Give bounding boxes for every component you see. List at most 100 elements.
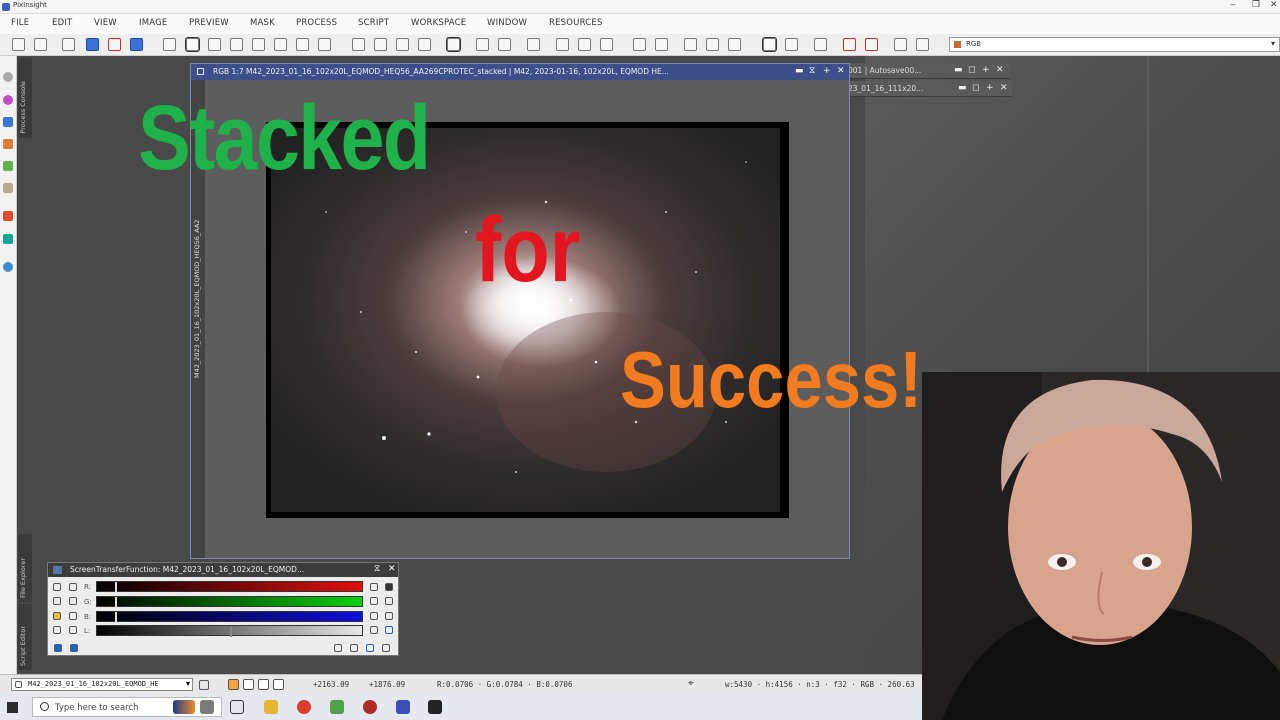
minimize-icon[interactable]: ▬ [795, 66, 804, 76]
crosshair-icon[interactable] [385, 612, 393, 620]
toolbar-button[interactable] [556, 38, 569, 51]
file-explorer-tab[interactable]: File Explorer [18, 534, 32, 602]
monitor-icon[interactable] [385, 626, 393, 634]
redo-icon[interactable] [34, 38, 47, 51]
menu-image[interactable]: IMAGE [139, 18, 167, 28]
toolbar-button[interactable] [633, 38, 646, 51]
tool-icon[interactable] [3, 211, 13, 221]
auto-stretch-icon[interactable] [53, 612, 61, 620]
close-icon[interactable]: ✕ [837, 66, 845, 76]
reset-icon[interactable] [370, 583, 378, 591]
menu-window[interactable]: WINDOW [487, 18, 527, 28]
windows-start-icon[interactable] [7, 702, 18, 713]
process-console-tab[interactable]: Process Console [18, 58, 32, 138]
gear-icon[interactable] [385, 583, 393, 591]
zoom-in-icon[interactable] [53, 597, 61, 605]
slider-handle[interactable] [115, 582, 117, 593]
toolbar-button[interactable] [600, 38, 613, 51]
undo-icon[interactable] [12, 38, 25, 51]
screen-icon[interactable] [762, 37, 777, 52]
toolbar-button[interactable] [252, 38, 265, 51]
pan-icon[interactable] [163, 38, 176, 51]
add-icon[interactable]: + [982, 65, 990, 75]
toolbar-button[interactable] [814, 38, 827, 51]
toolbar-button[interactable] [684, 38, 697, 51]
stf-red-slider[interactable] [96, 581, 363, 593]
shade-icon[interactable]: ⧖ [809, 66, 815, 76]
close-icon[interactable]: ✕ [996, 65, 1004, 75]
taskbar-app[interactable] [173, 700, 195, 714]
stf-green-slider[interactable] [96, 596, 363, 608]
view-mode-icon[interactable] [199, 680, 209, 690]
close-icon[interactable]: ✕ [1000, 83, 1008, 93]
toolbar-button[interactable] [318, 38, 331, 51]
check-icon[interactable] [366, 644, 374, 652]
taskbar-app[interactable] [428, 700, 442, 714]
browse-icon[interactable] [334, 644, 342, 652]
wrench-icon[interactable] [53, 626, 61, 634]
toolbar-button[interactable] [785, 38, 798, 51]
toolbar-button[interactable] [230, 38, 243, 51]
stacked-window-title[interactable]: 23_01_16_111x20... ▬ ◻ + ✕ [846, 81, 1012, 97]
link-icon[interactable] [53, 583, 61, 591]
toolbar-button[interactable] [446, 37, 461, 52]
menu-workspace[interactable]: WORKSPACE [411, 18, 466, 28]
menu-edit[interactable]: EDIT [52, 18, 72, 28]
tool-icon[interactable] [3, 234, 13, 244]
menu-script[interactable]: SCRIPT [358, 18, 389, 28]
script-editor-tab[interactable]: Script Editor [18, 604, 32, 670]
toolbar-button[interactable] [62, 38, 75, 51]
taskbar-app[interactable] [330, 700, 344, 714]
stf-titlebar[interactable]: ScreenTransferFunction: M42_2023_01_16_1… [48, 563, 398, 577]
toolbar-button[interactable] [894, 38, 907, 51]
add-icon[interactable]: + [986, 83, 994, 93]
toolbar-button[interactable] [843, 38, 856, 51]
pointer-icon[interactable] [69, 583, 77, 591]
menu-mask[interactable]: MASK [250, 18, 275, 28]
new-instance-icon[interactable] [54, 644, 62, 652]
restore-icon[interactable]: ❐ [1252, 0, 1260, 10]
maximize-icon[interactable]: ◻ [968, 65, 975, 75]
apply-icon[interactable] [70, 644, 78, 652]
minimize-icon[interactable]: ▬ [958, 83, 967, 93]
settings-icon[interactable] [3, 72, 13, 82]
tool-icon[interactable] [3, 161, 13, 171]
toolbar-button[interactable] [374, 38, 387, 51]
toolbar-button[interactable] [728, 38, 741, 51]
settings-icon[interactable] [385, 597, 393, 605]
toolbar-button[interactable] [352, 38, 365, 51]
toolbar-button[interactable] [578, 38, 591, 51]
tool-icon[interactable] [3, 117, 13, 127]
image-window-titlebar[interactable]: RGB 1:7 M42_2023_01_16_102x20L_EQMOD_HEQ… [191, 64, 849, 80]
toolbar-button[interactable] [208, 38, 221, 51]
color-swatch[interactable] [258, 679, 269, 690]
toolbar-button[interactable] [476, 38, 489, 51]
autosave-window-title[interactable]: 001 | Autosave00... ▬ ◻ + ✕ [846, 63, 1010, 79]
menu-resources[interactable]: RESOURCES [549, 18, 603, 28]
chrome-icon[interactable] [297, 700, 311, 714]
toolbar-button[interactable] [527, 38, 540, 51]
task-view-icon[interactable] [230, 700, 244, 714]
slider-handle[interactable] [115, 612, 117, 623]
channel-select[interactable]: RGB ▾ [949, 37, 1280, 52]
color-swatch[interactable] [228, 679, 239, 690]
zoom-out-icon[interactable] [69, 612, 77, 620]
reset-icon[interactable] [370, 626, 378, 634]
stf-luminance-slider[interactable] [96, 625, 363, 637]
close-icon[interactable]: ✕ [1270, 0, 1278, 10]
menu-file[interactable]: FILE [11, 18, 29, 28]
zoom-in-icon[interactable] [69, 597, 77, 605]
toolbar-button[interactable] [296, 38, 309, 51]
horizontal-arrows-icon[interactable] [69, 626, 77, 634]
reset-icon[interactable] [370, 597, 378, 605]
menu-view[interactable]: VIEW [94, 18, 117, 28]
maximize-icon[interactable]: ◻ [972, 83, 979, 93]
toolbar-button[interactable] [130, 38, 143, 51]
color-swatch[interactable] [273, 679, 284, 690]
minimize-icon[interactable]: ‒ [1230, 0, 1236, 10]
toolbar-button[interactable] [396, 38, 409, 51]
zoom-fit-icon[interactable] [185, 37, 200, 52]
toolbar-button[interactable] [498, 38, 511, 51]
tool-icon[interactable] [3, 262, 13, 272]
toolbar-button[interactable] [655, 38, 668, 51]
